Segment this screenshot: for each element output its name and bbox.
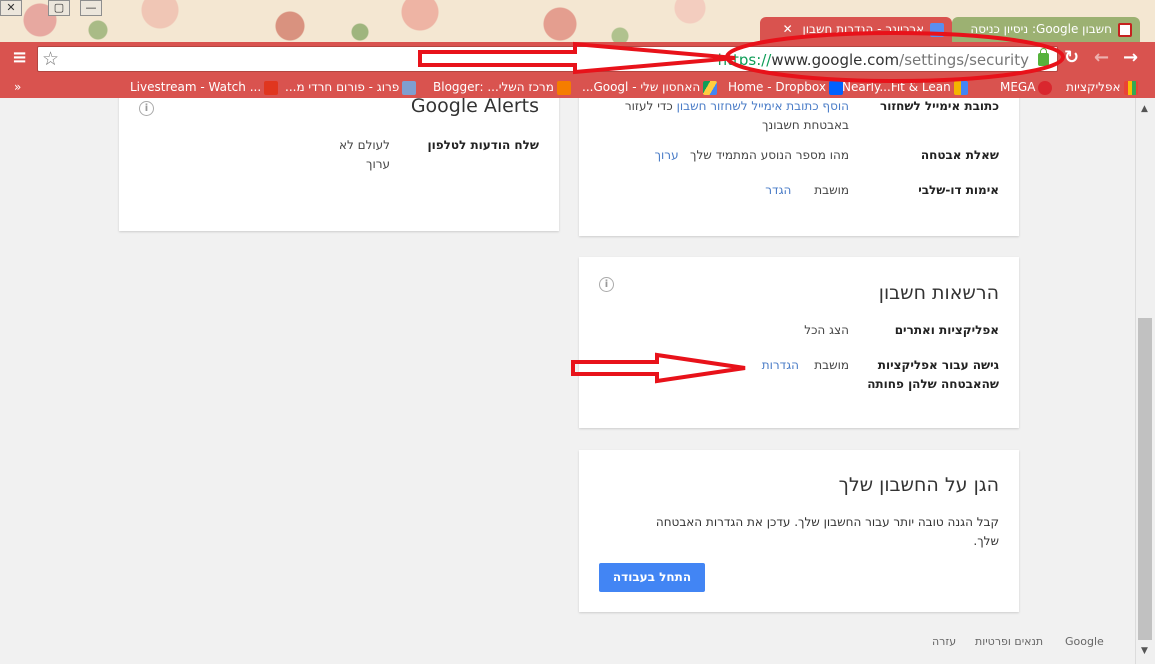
menu-icon[interactable]: ≡ <box>12 47 27 68</box>
google-alerts-title: Google Alerts <box>410 98 539 117</box>
page-scrollbar[interactable]: ▲ ▼ <box>1135 98 1155 664</box>
protect-account-card: הגן על החשבון שלך קבל הגנה טובה יותר עבו… <box>579 450 1019 612</box>
phone-notifications-value: לעולם לא <box>338 138 390 152</box>
minimize-window-icon[interactable]: — <box>80 0 102 16</box>
footer-terms-link[interactable]: תנאים ופרטיות <box>975 635 1043 648</box>
recovery-email-value: הוסף כתובת אימייל לשחזור חשבון כדי לעזור <box>624 99 849 113</box>
gmail-icon <box>1118 22 1132 37</box>
two-step-setup-link[interactable]: הגדר <box>765 183 791 197</box>
bookmark-mega[interactable]: MEGA <box>1000 78 1055 96</box>
apps-sites-label: אפליקציות ואתרים <box>894 323 999 337</box>
bookmark-blogger[interactable]: מרכז השלי... :Blogger <box>433 78 574 96</box>
account-permissions-title: הרשאות חשבון <box>878 282 999 304</box>
close-window-icon[interactable]: ✕ <box>0 0 22 16</box>
tab-title: ארכיונר - הגדרות חשבון <box>802 22 924 36</box>
bookmarks-overflow-icon[interactable]: » <box>14 78 21 96</box>
protect-account-title: הגן על החשבון שלך <box>838 474 999 496</box>
url-text: https://www.google.com/settings/security <box>717 51 1029 69</box>
forum-icon <box>402 80 417 95</box>
recovery-email-value-line2: באבטחת חשבונך <box>761 118 849 132</box>
protect-account-text: קבל הגנה טובה יותר עבור החשבון שלך. עדכן… <box>655 515 999 529</box>
footer-google-link[interactable]: Google <box>1065 635 1104 648</box>
two-step-label: אימות דו-שלבי <box>918 183 999 197</box>
tab-google-account[interactable]: חשבון Google: ניסיון כניסה <box>952 17 1140 42</box>
bookmark-nearly-fit[interactable]: Nearly...Fit & Lean <box>842 78 971 96</box>
back-arrow-icon[interactable]: ← <box>1094 47 1109 68</box>
close-tab-icon[interactable]: ✕ <box>783 17 793 42</box>
scroll-down-icon[interactable]: ▼ <box>1141 646 1148 656</box>
info-icon[interactable]: i <box>139 101 154 116</box>
blogger-icon <box>556 80 571 95</box>
phone-notifications-label: שלח הודעות לטלפון <box>427 138 540 152</box>
title-bar: ✕ ▢ — ארכיונר - הגדרות חשבון ✕ חשבון Goo… <box>0 0 1155 42</box>
bookmark-livestream[interactable]: Livestream - Watch ... <box>130 78 281 96</box>
address-bar[interactable]: ☆ https://www.google.com/settings/securi… <box>37 46 1058 72</box>
drive-icon <box>703 80 718 95</box>
protect-account-text-line2: שלך. <box>973 534 999 548</box>
tab-title: חשבון Google: ניסיון כניסה <box>970 22 1112 36</box>
tab-account-settings[interactable]: ארכיונר - הגדרות חשבון ✕ <box>760 17 952 42</box>
account-permissions-card: i הרשאות חשבון אפליקציות ואתרים הצג הכל … <box>579 257 1019 428</box>
less-secure-apps-label-line2: שהאבטחה שלהן פחותה <box>867 377 999 391</box>
forward-arrow-icon[interactable]: → <box>1123 47 1138 68</box>
security-question-edit-link[interactable]: ערוך <box>655 148 679 162</box>
info-icon[interactable]: i <box>599 277 614 292</box>
mega-icon <box>1038 80 1053 95</box>
apps-icon <box>1123 80 1138 95</box>
footer-help-link[interactable]: עזרה <box>932 635 956 648</box>
less-secure-apps-settings-link[interactable]: הגדרות <box>762 358 799 372</box>
two-step-value: מושבת הגדר <box>765 183 849 197</box>
google-alerts-card: i Google Alerts שלח הודעות לטלפון לעולם … <box>119 98 559 231</box>
scrollbar-thumb[interactable] <box>1138 318 1152 640</box>
security-question-value: מהו מספר הנוסע המתמיד שלך ערוך <box>654 148 849 162</box>
recovery-email-label: כתובת אימייל לשחזור <box>879 99 999 113</box>
secure-lock-icon <box>1038 48 1049 66</box>
security-question-label: שאלת אבטחה <box>920 148 999 162</box>
phone-notifications-edit-link[interactable]: ערוך <box>366 157 390 171</box>
bookmark-drive[interactable]: האחסון שלי - Googl... <box>582 78 720 96</box>
add-recovery-email-link[interactable]: הוסף כתובת אימייל לשחזור חשבון <box>677 99 849 113</box>
star-icon[interactable]: ☆ <box>42 48 59 70</box>
bookmark-apps[interactable]: אפליקציות <box>1066 78 1141 96</box>
less-secure-apps-value: מושבת הגדרות <box>761 358 849 372</box>
bookmark-icon <box>953 80 968 95</box>
bookmarks-bar: » Livestream - Watch ... פרוג - פורום חר… <box>0 76 1155 98</box>
reload-icon[interactable]: ↻ <box>1064 47 1079 68</box>
scroll-up-icon[interactable]: ▲ <box>1141 104 1148 114</box>
bookmark-dropbox[interactable]: Home - Dropbox <box>728 78 846 96</box>
bookmark-forum[interactable]: פרוג - פורום חרדי מ... <box>285 78 419 96</box>
signin-card: כתובת אימייל לשחזור הוסף כתובת אימייל לש… <box>579 98 1019 236</box>
maximize-window-icon[interactable]: ▢ <box>48 0 70 16</box>
less-secure-apps-label: גישה עבור אפליקציות <box>877 358 999 372</box>
page-content: i Google Alerts שלח הודעות לטלפון לעולם … <box>0 98 1135 664</box>
google-plus-icon <box>930 22 944 37</box>
livestream-icon <box>264 80 279 95</box>
apps-sites-view-all-link[interactable]: הצג הכל <box>804 323 849 337</box>
dropbox-icon <box>828 80 843 95</box>
get-started-button[interactable]: התחל בעבודה <box>599 563 705 592</box>
browser-toolbar: ≡ ☆ https://www.google.com/settings/secu… <box>0 42 1155 76</box>
